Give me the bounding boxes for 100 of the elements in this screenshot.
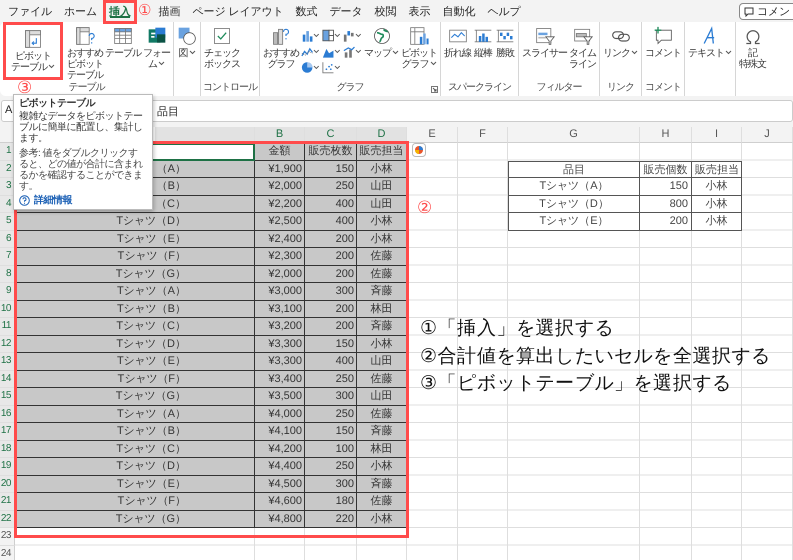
ribbon-button[interactable]: チェック ボックス: [203, 25, 241, 71]
table-cell: 山田: [357, 388, 407, 406]
menu-tab[interactable]: 表示: [402, 0, 437, 22]
column-header[interactable]: G: [508, 127, 640, 143]
column-header[interactable]: E: [407, 127, 458, 143]
table-cell: 150: [305, 423, 357, 440]
ribbon-button[interactable]: テーブル: [104, 25, 142, 60]
ribbon-button[interactable]: 図: [176, 25, 198, 60]
scatter-chart-icon: [322, 60, 334, 74]
row-header[interactable]: 13: [0, 353, 15, 370]
comment-add-icon: [653, 26, 673, 46]
table-cell: ¥3,200: [255, 318, 305, 336]
table-cell: 200: [640, 213, 692, 230]
row-header[interactable]: 9: [0, 283, 15, 300]
column-header[interactable]: J: [742, 127, 793, 143]
table-cell: 斉藤: [357, 283, 407, 300]
ribbon-button[interactable]: ピボット グラフ: [400, 25, 438, 71]
table-cell: ¥3,000: [255, 283, 305, 300]
ribbon-button[interactable]: コメント: [644, 25, 682, 60]
table-cell: Tシャツ（D）: [15, 458, 255, 476]
table-cell: 小林: [357, 510, 407, 528]
table-cell: 400: [305, 353, 357, 370]
menu-tab[interactable]: 校閲: [368, 0, 403, 22]
table-cell: ¥4,100: [255, 423, 305, 440]
ribbon-button[interactable]: ピボット テーブル: [9, 28, 57, 74]
table-cell: ¥3,500: [255, 388, 305, 406]
caret-icon: [355, 48, 362, 54]
row-header[interactable]: 11: [0, 318, 15, 336]
bar-chart-icon: [301, 28, 314, 42]
table-cell: 400: [305, 213, 357, 230]
table-cell: 250: [305, 370, 357, 388]
table-cell: Tシャツ（F）: [15, 370, 255, 388]
ribbon-button[interactable]: 縦棒: [472, 25, 494, 60]
table-cell: Tシャツ（F）: [15, 493, 255, 510]
table-cell: 150: [305, 160, 357, 178]
ribbon-button[interactable]: 記 特殊文: [738, 25, 767, 71]
table-cell: ¥2,400: [255, 230, 305, 248]
chart-type-button[interactable]: [321, 59, 342, 75]
row-header[interactable]: 19: [0, 458, 15, 476]
table-cell: Tシャツ（A）: [15, 283, 255, 300]
menu-tab[interactable]: ページ レイアウト: [186, 0, 290, 22]
ribbon-button[interactable]: マップ: [363, 25, 400, 60]
table-cell: 販売個数: [640, 160, 692, 178]
menu-tab[interactable]: 描画: [152, 0, 186, 22]
table-cell: Tシャツ（C）: [15, 440, 255, 458]
table-cell: ¥4,600: [255, 493, 305, 510]
caret-icon: [334, 64, 341, 70]
ribbon-button[interactable]: タイム ライン: [568, 25, 597, 71]
round-logo-icon[interactable]: [412, 143, 426, 157]
table-cell: ¥4,200: [255, 440, 305, 458]
ribbon-button[interactable]: 折れ線: [443, 25, 472, 60]
row-header[interactable]: 21: [0, 493, 15, 510]
table-cell: 販売担当: [357, 143, 407, 160]
row-header[interactable]: 24: [0, 546, 15, 560]
menu-tab[interactable]: ファイル: [2, 0, 58, 22]
row-header[interactable]: 17: [0, 423, 15, 440]
help-link[interactable]: 詳細情報: [19, 195, 72, 206]
chart-question-icon: [271, 26, 291, 46]
table-cell: 佐藤: [357, 370, 407, 388]
table-cell: Tシャツ（A）: [508, 178, 640, 196]
table-cell: 220: [305, 510, 357, 528]
step-number: ②: [417, 199, 432, 217]
table-cell: 販売担当: [692, 160, 742, 178]
column-header[interactable]: I: [692, 127, 742, 143]
menu-tab[interactable]: データ: [324, 0, 369, 22]
table-cell: 斉藤: [357, 476, 407, 493]
table-cell: 品目: [508, 160, 640, 178]
table-cell: Tシャツ（E）: [15, 353, 255, 370]
ribbon-button[interactable]: おすすめ ピボット テーブル: [66, 25, 104, 82]
ribbon-button[interactable]: スライサー: [521, 25, 568, 60]
table-cell: 山田: [357, 178, 407, 196]
chart-type-button[interactable]: [300, 59, 321, 75]
column-header[interactable]: H: [640, 127, 692, 143]
row-header[interactable]: 7: [0, 248, 15, 266]
row-header[interactable]: 23: [0, 528, 15, 546]
table-cell: 山田: [357, 196, 407, 213]
table-cell: 200: [305, 318, 357, 336]
chart-type-button[interactable]: [321, 27, 342, 43]
menu-tab[interactable]: 自動化: [436, 0, 482, 22]
table-cell: Tシャツ（D）: [15, 213, 255, 230]
table-cell: Tシャツ（B）: [15, 300, 255, 318]
table-cell: 販売枚数: [305, 143, 357, 160]
ribbon-button[interactable]: おすすめ グラフ: [262, 25, 300, 71]
caret-icon: [334, 32, 341, 38]
table-cell: ¥4,000: [255, 406, 305, 423]
ribbon-button[interactable]: 勝敗: [494, 25, 516, 60]
line-chart-icon: [301, 44, 314, 58]
highlight-frame: [3, 22, 63, 80]
comment-button[interactable]: コメン: [739, 3, 793, 20]
column-header[interactable]: F: [458, 127, 508, 143]
ribbon-button[interactable]: テキスト: [687, 25, 733, 60]
row-header[interactable]: 5: [0, 213, 15, 230]
ribbon-button[interactable]: フォー ム: [142, 25, 171, 71]
menu-tab[interactable]: 数式: [290, 0, 324, 22]
table-question-icon: [75, 26, 95, 46]
menu-tab[interactable]: ホーム: [58, 0, 103, 22]
row-header[interactable]: 15: [0, 388, 15, 406]
ribbon-button[interactable]: リンク: [602, 25, 639, 60]
menu-tab[interactable]: ヘルプ: [482, 0, 527, 22]
launcher-icon[interactable]: [431, 86, 438, 93]
